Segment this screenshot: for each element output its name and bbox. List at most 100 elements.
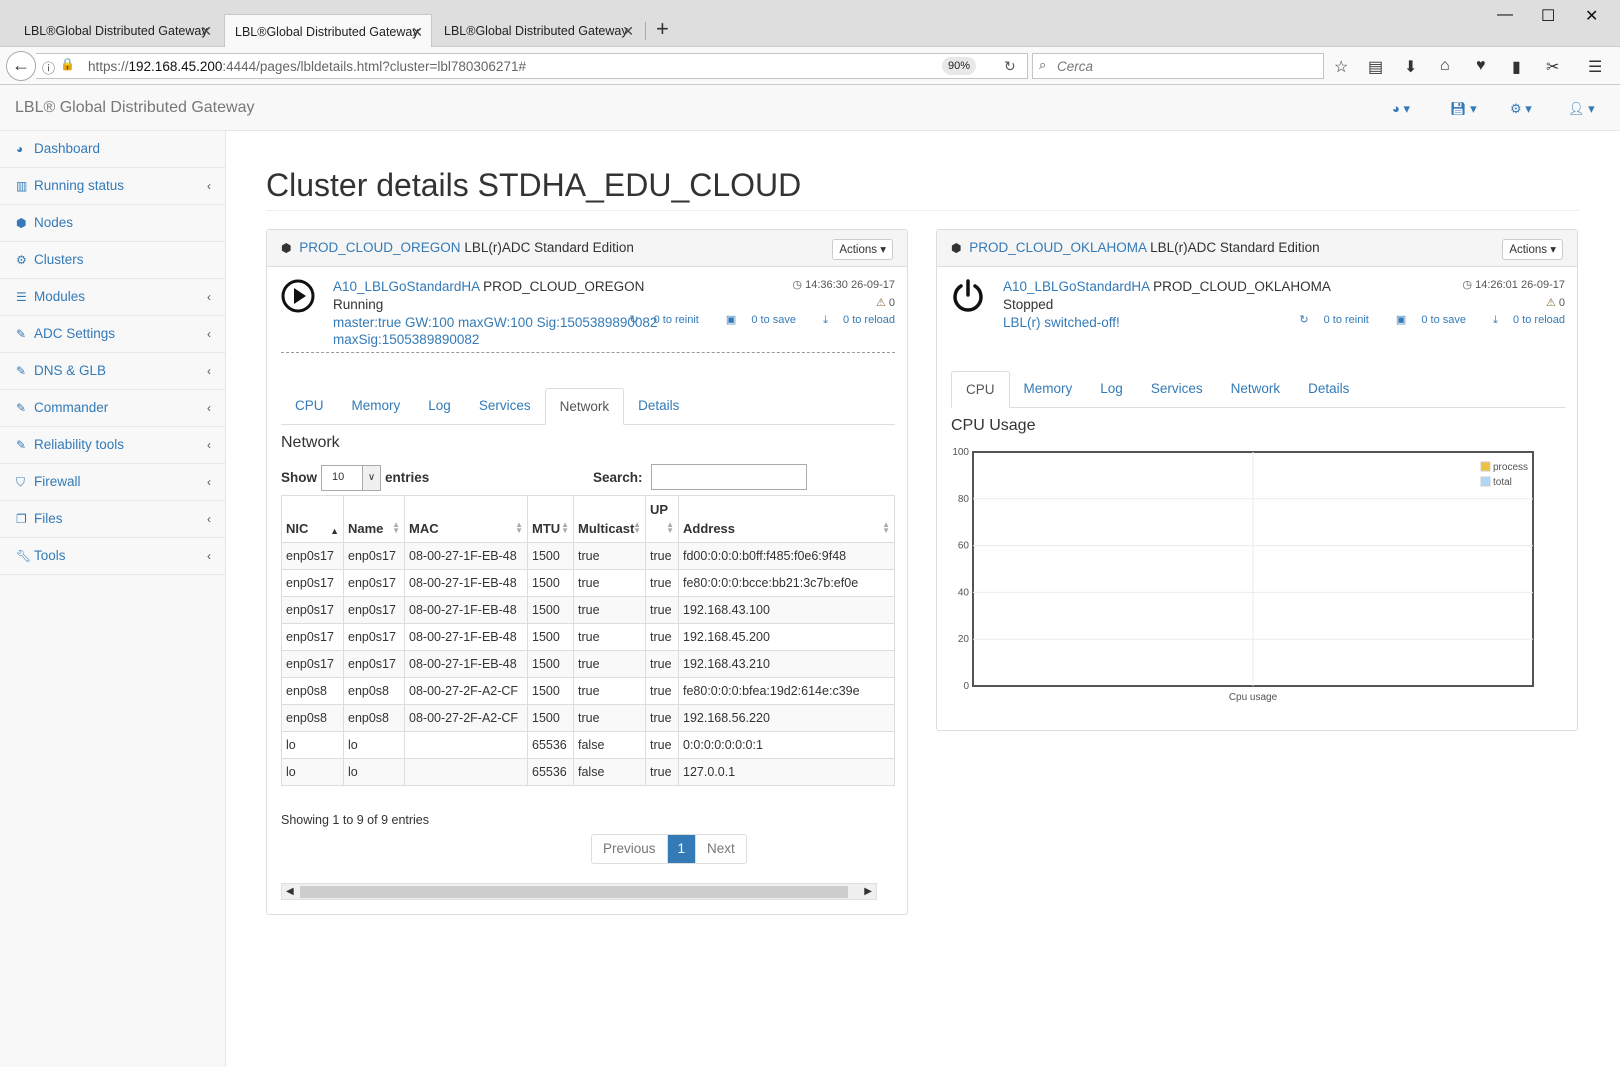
scrollbar-thumb[interactable] bbox=[300, 886, 848, 898]
shield-icon: ⛉ bbox=[16, 475, 26, 489]
tab-memory[interactable]: Memory bbox=[338, 388, 415, 425]
next-button[interactable]: Next bbox=[695, 835, 746, 863]
sidebar-item-files[interactable]: ❐ Files ‹ bbox=[0, 501, 225, 538]
extension-icon[interactable]: ▮ bbox=[1512, 57, 1521, 77]
url-bar[interactable]: ⓘ 🔒 https://192.168.45.200:4444/pages/lb… bbox=[36, 53, 1028, 79]
chevron-left-icon: ‹ bbox=[207, 364, 211, 378]
save-link[interactable]: ▣ 0 to save bbox=[1384, 314, 1466, 326]
tab-network[interactable]: Network bbox=[1217, 371, 1295, 408]
save-link[interactable]: ▣ 0 to save bbox=[714, 314, 796, 326]
node-link[interactable]: PROD_CLOUD_OREGON bbox=[299, 240, 460, 255]
reinit-link[interactable]: ↻ 0 to reinit bbox=[1287, 314, 1369, 326]
sidebar-item-nodes[interactable]: ⬢ Nodes bbox=[0, 205, 225, 242]
window-close-icon[interactable]: ✕ bbox=[1585, 6, 1598, 26]
module-link[interactable]: A10_LBLGoStandardHA bbox=[333, 279, 479, 294]
sidebar-item-dns-glb[interactable]: ✎ DNS & GLB ‹ bbox=[0, 353, 225, 390]
close-icon[interactable]: ✕ bbox=[411, 15, 423, 49]
browser-tab-3[interactable]: LBL®Global Distributed Gateway ✕ bbox=[434, 14, 642, 47]
reload-link[interactable]: ⤓ 0 to reload bbox=[811, 314, 895, 326]
section-title: Network bbox=[281, 434, 340, 451]
tab-log[interactable]: Log bbox=[1086, 371, 1137, 408]
browser-tab-1[interactable]: LBL®Global Distributed Gateway ✕ bbox=[14, 14, 220, 47]
close-icon[interactable]: ✕ bbox=[200, 14, 212, 48]
sort-icon: ▲ ▼ bbox=[882, 520, 890, 535]
reading-list-icon[interactable]: ▤ bbox=[1368, 57, 1383, 77]
tab-cpu[interactable]: CPU bbox=[281, 388, 338, 425]
table-search-input[interactable] bbox=[651, 464, 807, 490]
sidebar-item-adc-settings[interactable]: ✎ ADC Settings ‹ bbox=[0, 316, 225, 353]
lock-warning-icon[interactable]: 🔒 bbox=[60, 57, 75, 71]
browser-search-box[interactable]: ⌕ Cerca bbox=[1032, 53, 1324, 79]
screenshot-icon[interactable]: ✂ bbox=[1546, 57, 1559, 77]
module-link[interactable]: A10_LBLGoStandardHA bbox=[1003, 279, 1149, 294]
home-icon[interactable]: ⌂ bbox=[1440, 57, 1450, 75]
browser-navbar: ⓘ 🔒 https://192.168.45.200:4444/pages/lb… bbox=[0, 47, 1620, 85]
browser-tab-2-active[interactable]: LBL®Global Distributed Gateway ✕ bbox=[224, 14, 432, 47]
pocket-icon[interactable]: ♥ bbox=[1476, 57, 1486, 75]
reinit-link[interactable]: ↻ 0 to reinit bbox=[617, 314, 699, 326]
table-row: enp0s17 enp0s17 08-00-27-1F-EB-48 1500 true t… bbox=[281, 596, 895, 624]
new-tab-plus-icon[interactable]: + bbox=[656, 16, 669, 42]
column-header-up[interactable]: UP ▲ ▼ bbox=[645, 495, 679, 543]
title-divider bbox=[266, 210, 1580, 211]
column-header-nic[interactable]: NIC ▲ bbox=[281, 495, 344, 543]
sidebar-item-reliability-tools[interactable]: ✎ Reliability tools ‹ bbox=[0, 427, 225, 464]
previous-button[interactable]: Previous bbox=[592, 835, 668, 863]
user-menu-icon[interactable]: 👤︎ ▾ bbox=[1568, 101, 1595, 117]
url-text[interactable]: https://192.168.45.200:4444/pages/lbldet… bbox=[88, 59, 526, 74]
page-1-button[interactable]: 1 bbox=[667, 835, 696, 863]
sort-asc-icon: ▲ bbox=[330, 526, 339, 536]
entries-select[interactable]: 10 ∨ bbox=[321, 465, 381, 491]
tab-cpu[interactable]: CPU bbox=[951, 371, 1010, 408]
scroll-left-icon[interactable]: ◀ bbox=[286, 884, 294, 899]
save-icon: ▣ bbox=[1395, 314, 1407, 326]
sidebar-item-clusters[interactable]: ⚙ Clusters bbox=[0, 242, 225, 279]
chevron-down-icon: ∨ bbox=[362, 466, 380, 490]
info-icon[interactable]: ⓘ bbox=[42, 58, 55, 77]
scroll-right-icon[interactable]: ▶ bbox=[864, 884, 872, 899]
actions-button[interactable]: Actions ▾ bbox=[1502, 239, 1563, 260]
reload-link[interactable]: ⤓ 0 to reload bbox=[1481, 314, 1565, 326]
app-brand[interactable]: LBL® Global Distributed Gateway bbox=[15, 99, 254, 117]
pagination: Previous 1 Next bbox=[591, 834, 747, 864]
bookmark-star-icon[interactable]: ☆ bbox=[1334, 57, 1348, 77]
gear-menu-icon[interactable]: ⚙ ▾ bbox=[1510, 101, 1532, 117]
node-link[interactable]: PROD_CLOUD_OKLAHOMA bbox=[969, 240, 1146, 255]
horizontal-scrollbar[interactable]: ◀ ▶ bbox=[281, 883, 877, 900]
clock-icon: ◷ bbox=[1462, 279, 1473, 291]
tab-memory[interactable]: Memory bbox=[1010, 371, 1087, 408]
sidebar-item-modules[interactable]: ☰ Modules ‹ bbox=[0, 279, 225, 316]
actions-button[interactable]: Actions ▾ bbox=[832, 239, 893, 260]
tab-details[interactable]: Details bbox=[624, 388, 693, 425]
tab-network[interactable]: Network bbox=[544, 388, 625, 425]
tab-details[interactable]: Details bbox=[1294, 371, 1363, 408]
sidebar-item-commander[interactable]: ✎ Commander ‹ bbox=[0, 390, 225, 427]
sidebar-item-dashboard[interactable]: ◕ Dashboard bbox=[0, 131, 225, 168]
dashboard-menu-icon[interactable]: ◕ ▾ bbox=[1392, 101, 1410, 117]
chevron-left-icon: ‹ bbox=[207, 179, 211, 193]
tab-services[interactable]: Services bbox=[1137, 371, 1217, 408]
back-button[interactable]: ← bbox=[6, 51, 36, 81]
hamburger-menu-icon[interactable]: ☰ bbox=[1588, 57, 1602, 77]
cube-icon: ⬢ bbox=[16, 216, 27, 230]
column-header-name[interactable]: Name ▲ ▼ bbox=[343, 495, 405, 543]
save-menu-icon[interactable]: 💾︎ ▾ bbox=[1450, 101, 1477, 117]
sidebar-item-firewall[interactable]: ⛉ Firewall ‹ bbox=[0, 464, 225, 501]
minimize-icon[interactable]: — bbox=[1497, 6, 1513, 24]
maximize-icon[interactable]: ☐ bbox=[1541, 6, 1555, 26]
reload-icon[interactable]: ↻ bbox=[1004, 58, 1016, 75]
network-table: NIC ▲ Name ▲ ▼ MAC ▲ ▼ MTU ▲ ▼ Multicast ▲ ▼ UP ▲ ▼… bbox=[281, 495, 895, 786]
sidebar-item-tools[interactable]: 🔧︎ Tools ‹ bbox=[0, 538, 225, 575]
close-icon[interactable]: ✕ bbox=[622, 14, 634, 48]
sidebar-item-running-status[interactable]: ▥ Running status ‹ bbox=[0, 168, 225, 205]
panel-heading: ⬢ PROD_CLOUD_OREGON LBL(r)ADC Standard E… bbox=[267, 230, 907, 267]
column-header-address[interactable]: Address ▲ ▼ bbox=[678, 495, 895, 543]
column-header-mtu[interactable]: MTU ▲ ▼ bbox=[527, 495, 574, 543]
tab-services[interactable]: Services bbox=[465, 388, 545, 425]
tab-log[interactable]: Log bbox=[414, 388, 465, 425]
download-icon[interactable]: ⬇ bbox=[1404, 57, 1417, 77]
edit-icon: ✎ bbox=[16, 327, 27, 341]
column-header-multicast[interactable]: Multicast ▲ ▼ bbox=[573, 495, 646, 543]
column-header-mac[interactable]: MAC ▲ ▼ bbox=[404, 495, 528, 543]
zoom-badge[interactable]: 90% bbox=[942, 57, 976, 75]
